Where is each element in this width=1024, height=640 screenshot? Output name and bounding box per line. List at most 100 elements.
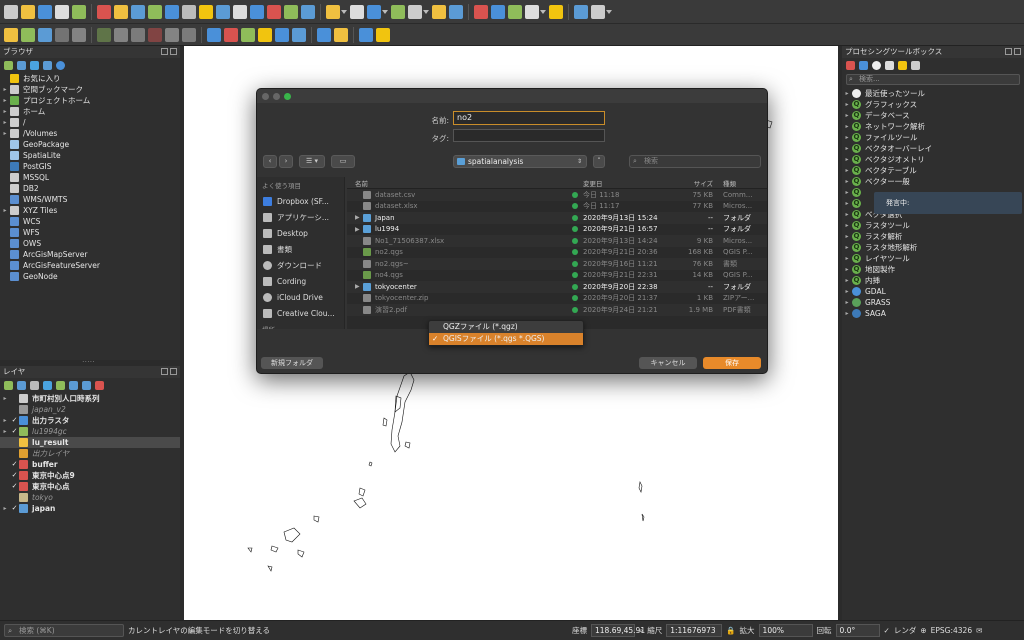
coordinate-field[interactable]: 118.69,45.91: [591, 624, 645, 637]
expand-arrow-icon[interactable]: ▸: [842, 187, 852, 198]
toolbox-group[interactable]: ▸ Q ラスタ解析: [842, 231, 1024, 242]
file-row[interactable]: No1_71506387.xlsx 2020年9月13日 14:24 9 KB Mic…: [347, 235, 767, 247]
zoom-out-icon[interactable]: [148, 4, 162, 19]
browser-item[interactable]: WCS: [0, 216, 180, 227]
filter-icon[interactable]: [30, 60, 39, 70]
location-select[interactable]: spatialanalysis ⇕: [453, 155, 587, 168]
scale-field[interactable]: 1:11676973: [666, 624, 723, 637]
expand-arrow-icon[interactable]: ▸: [0, 205, 10, 216]
model-icon[interactable]: [846, 60, 855, 70]
float-panel-icon[interactable]: [161, 368, 168, 375]
file-row[interactable]: tokyocenter.zip 2020年9月20日 21:37 1 KB ZIPアー…: [347, 293, 767, 305]
toolbox-group[interactable]: ▸ 最近使ったツール: [842, 88, 1024, 99]
expand-arrow-icon[interactable]: ▸: [842, 231, 852, 242]
refresh-icon[interactable]: [301, 4, 315, 19]
browser-item[interactable]: お気に入り: [0, 73, 180, 84]
toolbox-group[interactable]: ▸ Q ラスタ地形解析: [842, 242, 1024, 253]
add-layer-icon[interactable]: [4, 60, 13, 70]
layer-visibility-checkbox[interactable]: ✓: [10, 459, 19, 470]
expand-arrow-icon[interactable]: ▸: [842, 264, 852, 275]
file-row[interactable]: no2.qgs~ 2020年9月16日 11:21 76 KB 書類: [347, 258, 767, 270]
layer-item[interactable]: tokyo: [0, 492, 180, 503]
refresh-icon[interactable]: [17, 60, 26, 70]
open-project-icon[interactable]: [21, 4, 35, 19]
statistics-icon[interactable]: [449, 4, 463, 19]
expand-arrow-icon[interactable]: ▸: [842, 176, 852, 187]
file-row[interactable]: no4.qgs 2020年9月21日 22:31 14 KB QGIS P...: [347, 270, 767, 282]
history-icon[interactable]: [872, 60, 881, 70]
processing-icon[interactable]: [474, 4, 488, 19]
expand-arrow-icon[interactable]: ▸: [842, 308, 852, 319]
expand-arrow-icon[interactable]: ▸: [842, 154, 852, 165]
save-edits-icon[interactable]: [21, 27, 35, 42]
expand-arrow-icon[interactable]: ▸: [842, 121, 852, 132]
expand-arrow-icon[interactable]: ▸: [0, 95, 10, 106]
toolbox-group[interactable]: ▸ GDAL: [842, 286, 1024, 297]
sidebar-item[interactable]: iCloud Drive: [257, 289, 344, 305]
expand-arrow-icon[interactable]: ▸: [0, 117, 10, 128]
toolbox-group[interactable]: ▸ Q グラフィックス: [842, 99, 1024, 110]
layer-item[interactable]: ✓ 東京中心点9: [0, 470, 180, 481]
sidebar-item[interactable]: 書類: [257, 241, 344, 257]
layer-style-icon[interactable]: [4, 380, 13, 390]
zoom-selection-icon[interactable]: [182, 4, 196, 19]
save-button[interactable]: 保存: [703, 357, 761, 369]
layer-item[interactable]: ▸ 市町村別人口時系列: [0, 393, 180, 404]
expand-arrow-icon[interactable]: ▸: [842, 275, 852, 286]
browser-item[interactable]: SpatiaLite: [0, 150, 180, 161]
expand-arrow-icon[interactable]: ▸: [0, 503, 10, 514]
sidebar-item[interactable]: Dropbox (SF...: [257, 193, 344, 209]
results-icon[interactable]: [885, 60, 894, 70]
browser-item[interactable]: ▸ XYZ Tiles: [0, 205, 180, 216]
browser-item[interactable]: PostGIS: [0, 161, 180, 172]
toolbox-search-input[interactable]: 検索...: [846, 74, 1020, 85]
expand-arrow-icon[interactable]: ▸: [842, 165, 852, 176]
collapse-all-icon[interactable]: [82, 380, 91, 390]
measure-icon[interactable]: [350, 4, 364, 19]
collapse-all-icon[interactable]: [43, 60, 52, 70]
dialog-search-input[interactable]: 検索: [629, 155, 761, 168]
magnifier-field[interactable]: 100%: [758, 624, 813, 637]
browser-item[interactable]: OWS: [0, 238, 180, 249]
scale-lock-icon[interactable]: ⌕: [639, 626, 643, 636]
deselect-icon[interactable]: [391, 4, 405, 19]
expand-arrow-icon[interactable]: ▸: [842, 253, 852, 264]
label-show-icon[interactable]: [241, 27, 255, 42]
format-option-qgz[interactable]: QGZファイル (*.qgz): [429, 321, 583, 333]
chevron-down-icon[interactable]: [423, 9, 429, 14]
layer-item[interactable]: lu_result: [0, 437, 180, 448]
cancel-button[interactable]: キャンセル: [639, 357, 697, 369]
browser-item[interactable]: ArcGisFeatureServer: [0, 260, 180, 271]
chevron-down-icon[interactable]: [540, 9, 546, 14]
show-bookmarks-icon[interactable]: [284, 4, 298, 19]
layer-item[interactable]: ✓ 東京中心点: [0, 481, 180, 492]
expand-arrow-icon[interactable]: ▸: [0, 128, 10, 139]
new-folder-button[interactable]: 新規フォルダ: [261, 357, 323, 369]
annotation-icon[interactable]: [525, 4, 539, 19]
expand-arrow-icon[interactable]: ▸: [0, 393, 10, 404]
measure-line-icon[interactable]: [508, 4, 522, 19]
expand-arrow-icon[interactable]: ▸: [842, 99, 852, 110]
label-icon[interactable]: [207, 27, 221, 42]
zoom-window-button[interactable]: [284, 92, 291, 100]
browser-item[interactable]: WMS/WMTS: [0, 194, 180, 205]
back-button[interactable]: ‹: [263, 155, 277, 168]
toolbox-group[interactable]: ▸ Q ベクタオーバーレイ: [842, 143, 1024, 154]
file-row[interactable]: ▶ tokyocenter 2020年9月20日 22:38 -- フォルダ: [347, 281, 767, 293]
label-rotate-icon[interactable]: [275, 27, 289, 42]
remove-layer-icon[interactable]: [95, 380, 104, 390]
sidebar-item[interactable]: アプリケーシ...: [257, 209, 344, 225]
python-script-icon[interactable]: [859, 60, 868, 70]
label-move-icon[interactable]: [258, 27, 272, 42]
paste-icon[interactable]: [148, 27, 162, 42]
float-panel-icon[interactable]: [1005, 48, 1012, 55]
toolbox-group[interactable]: ▸ Q ラスタツール: [842, 220, 1024, 231]
layer-visibility-checkbox[interactable]: ✓: [10, 426, 19, 437]
toolbox-group[interactable]: ▸ Q レイヤツール: [842, 253, 1024, 264]
digitize-icon[interactable]: [4, 27, 18, 42]
toolbox-group[interactable]: ▸ Q 地図製作: [842, 264, 1024, 275]
pan-to-selection-icon[interactable]: [114, 4, 128, 19]
crs-button[interactable]: EPSG:4326: [931, 626, 972, 635]
close-panel-icon[interactable]: [170, 368, 177, 375]
add-feature-icon[interactable]: [38, 27, 52, 42]
